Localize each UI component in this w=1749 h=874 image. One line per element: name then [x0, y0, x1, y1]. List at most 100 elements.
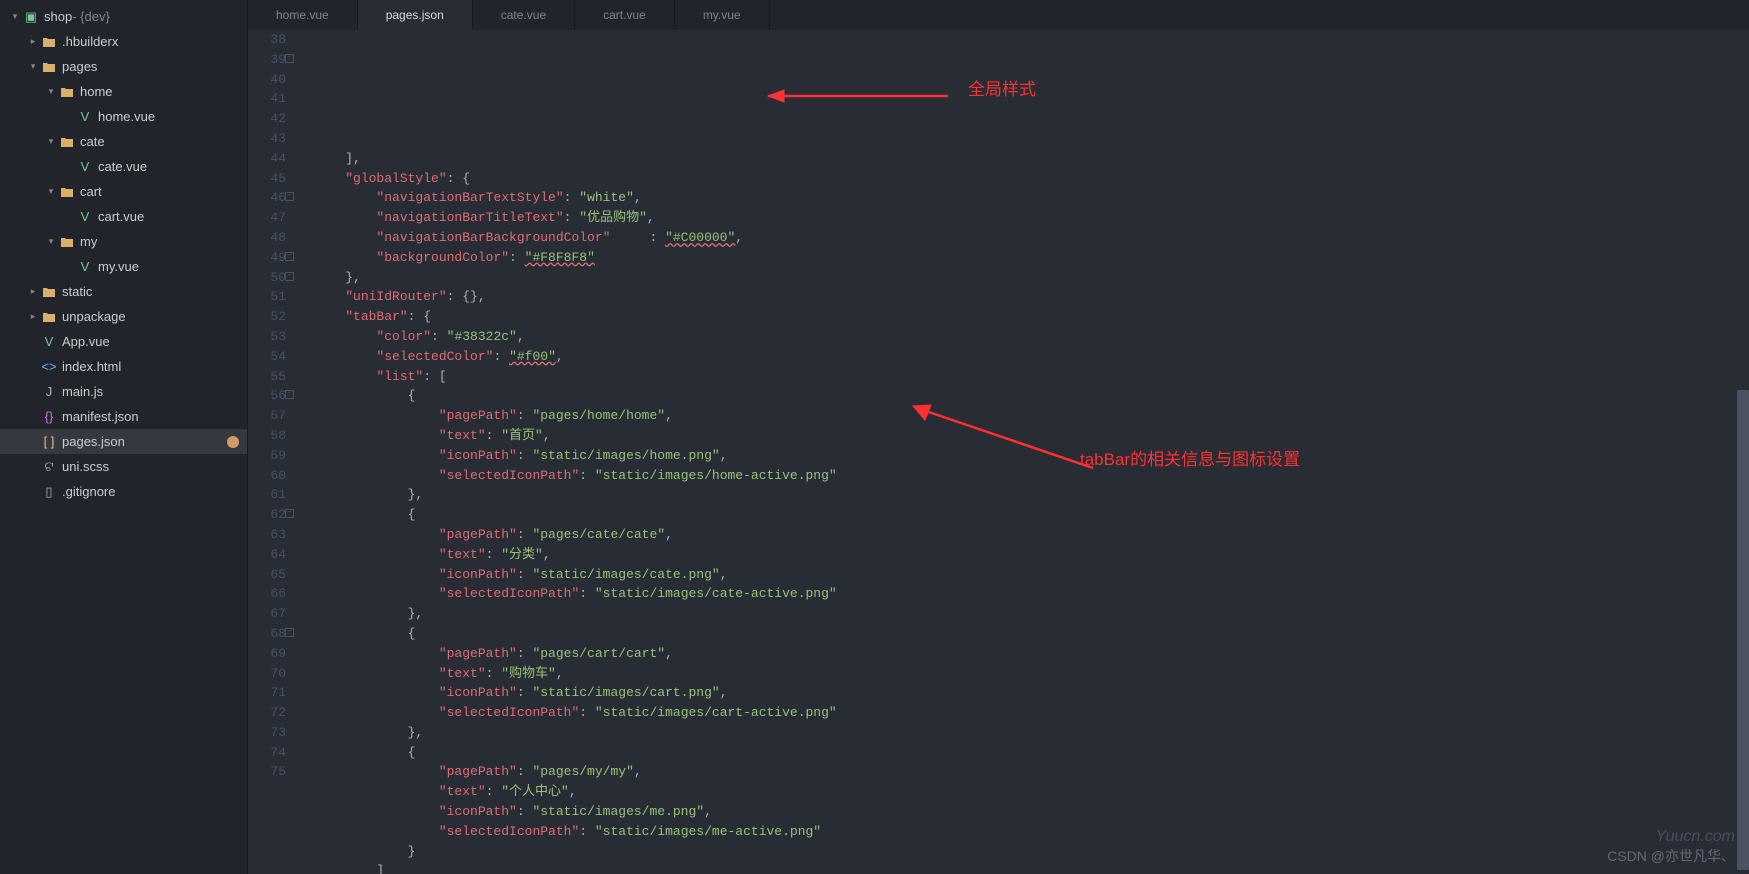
code-line[interactable]: },: [314, 268, 1737, 288]
vertical-scrollbar[interactable]: [1737, 30, 1749, 874]
tab-cart-vue[interactable]: cart.vue: [575, 0, 675, 30]
code-line[interactable]: "selectedIconPath": "static/images/home-…: [314, 466, 1737, 486]
code-line[interactable]: "pagePath": "pages/cart/cart",: [314, 644, 1737, 664]
fold-icon[interactable]: −: [285, 628, 294, 637]
tree-item-main-js[interactable]: Jmain.js: [0, 379, 247, 404]
tree-item-pages-json[interactable]: [ ]pages.json: [0, 429, 247, 454]
code-line[interactable]: "selectedColor": "#f00",: [314, 347, 1737, 367]
tree-item-unpackage[interactable]: ▸unpackage: [0, 304, 247, 329]
code-line[interactable]: "text": "购物车",: [314, 664, 1737, 684]
tree-item-label: .gitignore: [62, 484, 115, 499]
fold-icon[interactable]: −: [285, 252, 294, 261]
code-line[interactable]: {: [314, 505, 1737, 525]
code-line[interactable]: {: [314, 743, 1737, 763]
line-gutter: 3839−40414243444546−474849−50−5152535455…: [248, 30, 298, 874]
line-number: 55: [248, 367, 286, 387]
tree-item-label: my.vue: [98, 259, 139, 274]
code-line[interactable]: "navigationBarTextStyle": "white",: [314, 188, 1737, 208]
fold-icon[interactable]: −: [285, 192, 294, 201]
code-line[interactable]: "navigationBarBackgroundColor" : "#C0000…: [314, 228, 1737, 248]
tree-item-cate-vue[interactable]: Vcate.vue: [0, 154, 247, 179]
tree-item-pages[interactable]: ▾pages: [0, 54, 247, 79]
pages-json-icon: [ ]: [40, 434, 58, 449]
code-line[interactable]: "text": "首页",: [314, 426, 1737, 446]
fold-icon[interactable]: −: [285, 272, 294, 281]
code-line[interactable]: },: [314, 485, 1737, 505]
tree-item-cart[interactable]: ▾cart: [0, 179, 247, 204]
tree-item-label: pages: [62, 59, 97, 74]
code-line[interactable]: "pagePath": "pages/home/home",: [314, 406, 1737, 426]
tree-item-my[interactable]: ▾my: [0, 229, 247, 254]
vue-icon: V: [76, 259, 94, 274]
folder-icon: [40, 286, 58, 298]
tree-item-label: index.html: [62, 359, 121, 374]
tree-item-home-vue[interactable]: Vhome.vue: [0, 104, 247, 129]
code-line[interactable]: "iconPath": "static/images/home.png",: [314, 446, 1737, 466]
folder-icon: [40, 311, 58, 323]
code-line[interactable]: "color": "#38322c",: [314, 327, 1737, 347]
code-line[interactable]: "navigationBarTitleText": "优品购物",: [314, 208, 1737, 228]
code-line[interactable]: },: [314, 604, 1737, 624]
code-line[interactable]: }: [314, 842, 1737, 862]
code-line[interactable]: "globalStyle": {: [314, 169, 1737, 189]
tree-item--gitignore[interactable]: ▯.gitignore: [0, 479, 247, 504]
watermark-site: Yuucn.com: [1656, 828, 1735, 846]
tree-item-static[interactable]: ▸static: [0, 279, 247, 304]
tree-item-cart-vue[interactable]: Vcart.vue: [0, 204, 247, 229]
code-line[interactable]: "text": "个人中心",: [314, 782, 1737, 802]
line-number: 42: [248, 109, 286, 129]
tab-cate-vue[interactable]: cate.vue: [473, 0, 575, 30]
line-number: 72: [248, 703, 286, 723]
tree-item-label: App.vue: [62, 334, 110, 349]
code-line[interactable]: "iconPath": "static/images/me.png",: [314, 802, 1737, 822]
tab-home-vue[interactable]: home.vue: [248, 0, 358, 30]
project-root[interactable]: ▾▣shop - {dev}: [0, 4, 247, 29]
code-line[interactable]: "pagePath": "pages/my/my",: [314, 762, 1737, 782]
code-line[interactable]: "iconPath": "static/images/cart.png",: [314, 683, 1737, 703]
code-line[interactable]: "uniIdRouter": {},: [314, 287, 1737, 307]
code-line[interactable]: ],: [314, 149, 1737, 169]
line-number: 57: [248, 406, 286, 426]
code-line[interactable]: "selectedIconPath": "static/images/me-ac…: [314, 822, 1737, 842]
code-line[interactable]: "pagePath": "pages/cate/cate",: [314, 525, 1737, 545]
code-line[interactable]: "selectedIconPath": "static/images/cate-…: [314, 584, 1737, 604]
tree-item-uni-scss[interactable]: ଟuni.scss: [0, 454, 247, 479]
code-line[interactable]: "tabBar": {: [314, 307, 1737, 327]
fold-icon[interactable]: −: [285, 390, 294, 399]
fold-icon[interactable]: −: [285, 509, 294, 518]
code-line[interactable]: },: [314, 723, 1737, 743]
line-number: 51: [248, 287, 286, 307]
editor: 3839−40414243444546−474849−50−5152535455…: [248, 30, 1749, 874]
code-line[interactable]: "iconPath": "static/images/cate.png",: [314, 565, 1737, 585]
html-icon: <>: [40, 359, 58, 374]
line-number: 47: [248, 208, 286, 228]
code-area[interactable]: 全局样式 tabBar的相关信息与图标设置 ], "globalStyle": …: [298, 30, 1737, 874]
code-line[interactable]: {: [314, 624, 1737, 644]
line-number: 59: [248, 446, 286, 466]
tree-item-cate[interactable]: ▾cate: [0, 129, 247, 154]
code-line[interactable]: {: [314, 386, 1737, 406]
code-line[interactable]: "backgroundColor": "#F8F8F8": [314, 248, 1737, 268]
fold-icon[interactable]: −: [285, 54, 294, 63]
js-icon: J: [40, 384, 58, 399]
tree-item--hbuilderx[interactable]: ▸.hbuilderx: [0, 29, 247, 54]
tree-item-App-vue[interactable]: VApp.vue: [0, 329, 247, 354]
editor-tabs: home.vuepages.jsoncate.vuecart.vuemy.vue: [248, 0, 1749, 30]
code-line[interactable]: "selectedIconPath": "static/images/cart-…: [314, 703, 1737, 723]
scrollbar-thumb[interactable]: [1737, 390, 1749, 870]
watermark-csdn: CSDN @亦世凡华、: [1607, 846, 1735, 866]
line-number: 61: [248, 485, 286, 505]
line-number: 43: [248, 129, 286, 149]
tree-item-label: cart: [80, 184, 102, 199]
tree-item-manifest-json[interactable]: {}manifest.json: [0, 404, 247, 429]
code-line[interactable]: ]: [314, 861, 1737, 874]
tab-pages-json[interactable]: pages.json: [358, 0, 473, 30]
tree-item-home[interactable]: ▾home: [0, 79, 247, 104]
code-line[interactable]: "list": [: [314, 367, 1737, 387]
tree-item-index-html[interactable]: <> index.html: [0, 354, 247, 379]
code-line[interactable]: "text": "分类",: [314, 545, 1737, 565]
tab-my-vue[interactable]: my.vue: [675, 0, 770, 30]
modified-badge-icon: [227, 436, 239, 448]
main-area: home.vuepages.jsoncate.vuecart.vuemy.vue…: [248, 0, 1749, 874]
tree-item-my-vue[interactable]: Vmy.vue: [0, 254, 247, 279]
